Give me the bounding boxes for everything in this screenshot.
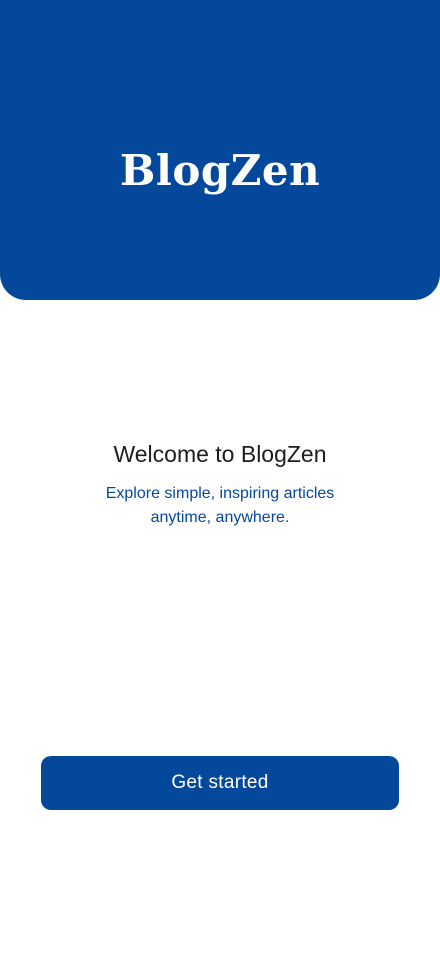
welcome-title: Welcome to BlogZen (113, 441, 327, 467)
app-logo: BlogZen (119, 146, 321, 195)
welcome-subtitle: Explore simple, inspiring articles anyti… (105, 485, 335, 526)
get-started-button[interactable]: Get started (41, 756, 399, 810)
hero-header: BlogZen (0, 0, 440, 300)
